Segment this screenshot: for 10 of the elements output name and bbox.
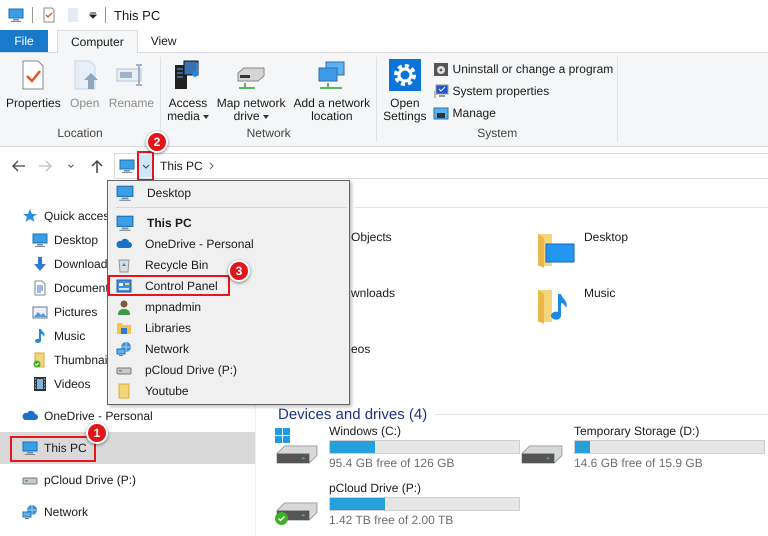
free-space: 1.42 TB free of 2.00 TB — [329, 513, 454, 527]
callout-badge: 1 — [86, 422, 108, 444]
group-label: Network — [246, 126, 292, 142]
callout-badge: 3 — [228, 260, 250, 282]
free-space: 14.6 GB free of 15.9 GB — [574, 456, 704, 470]
free-space: 95.4 GB free of 126 GB — [329, 456, 456, 470]
window-title: This PC — [114, 8, 160, 22]
section-header: Devices and drives (4) — [278, 406, 428, 422]
group-label: System — [476, 126, 518, 142]
group-label: Location — [56, 126, 104, 142]
